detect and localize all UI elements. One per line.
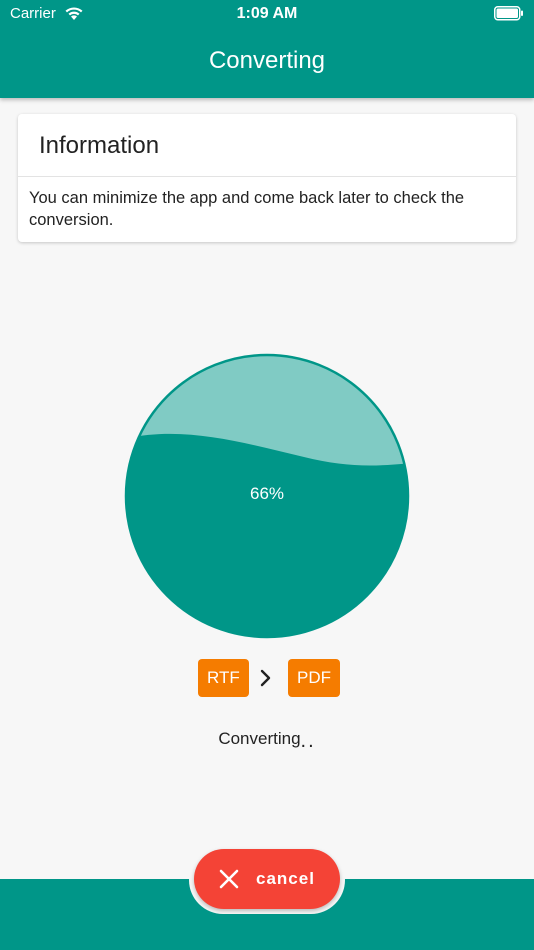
information-title: Information [39, 132, 160, 159]
page-title: Converting [208, 47, 326, 74]
cancel-button-wrap: cancel [189, 846, 345, 914]
progress-percent: 66% [249, 484, 285, 503]
loading-dots: .. [300, 730, 316, 752]
source-format-badge: RTF [198, 659, 249, 697]
information-text: You can minimize the app and come back l… [29, 189, 465, 229]
status-label: Converting [218, 729, 301, 748]
chevron-right-icon [260, 669, 271, 687]
progress-pie: 66% [124, 353, 410, 639]
divider [18, 176, 516, 177]
target-format-badge: PDF [288, 659, 340, 697]
cancel-label: cancel [256, 869, 315, 888]
information-card: Information You can minimize the app and… [18, 114, 516, 242]
clock: 1:09 AM [236, 5, 298, 22]
status-bar: Carrier 1:09 AM [0, 0, 534, 28]
app-header: Carrier 1:09 AM Converting [0, 0, 534, 98]
battery-icon [494, 6, 523, 21]
cancel-button[interactable]: cancel [194, 849, 340, 909]
format-row: RTF PDF [0, 659, 534, 697]
close-icon [219, 869, 239, 889]
conversion-status: Converting.. [0, 727, 534, 752]
